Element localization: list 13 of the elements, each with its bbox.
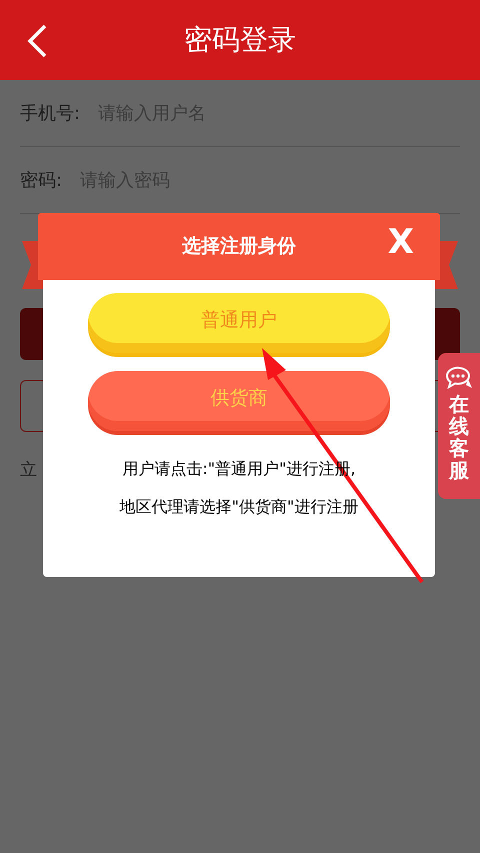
field-label: 密码: [20, 168, 62, 192]
field-label: 手机号: [20, 102, 80, 126]
option-button[interactable]: 普通用户 [88, 293, 390, 353]
side-tab-label: 在线客服 [449, 393, 469, 481]
footer-text: 立 [20, 460, 37, 480]
chat-icon [444, 365, 474, 391]
page-title: 密码登录 [184, 22, 296, 58]
side-tab[interactable]: 在线客服 [438, 353, 480, 499]
back-icon[interactable] [26, 24, 48, 58]
dialog-title: 选择注册身份 [182, 234, 296, 260]
option-button[interactable]: 供货商 [88, 371, 390, 431]
instruction-text: 地区代理请选择"供货商"进行注册 [120, 496, 358, 518]
close-button[interactable]: X [388, 225, 414, 259]
